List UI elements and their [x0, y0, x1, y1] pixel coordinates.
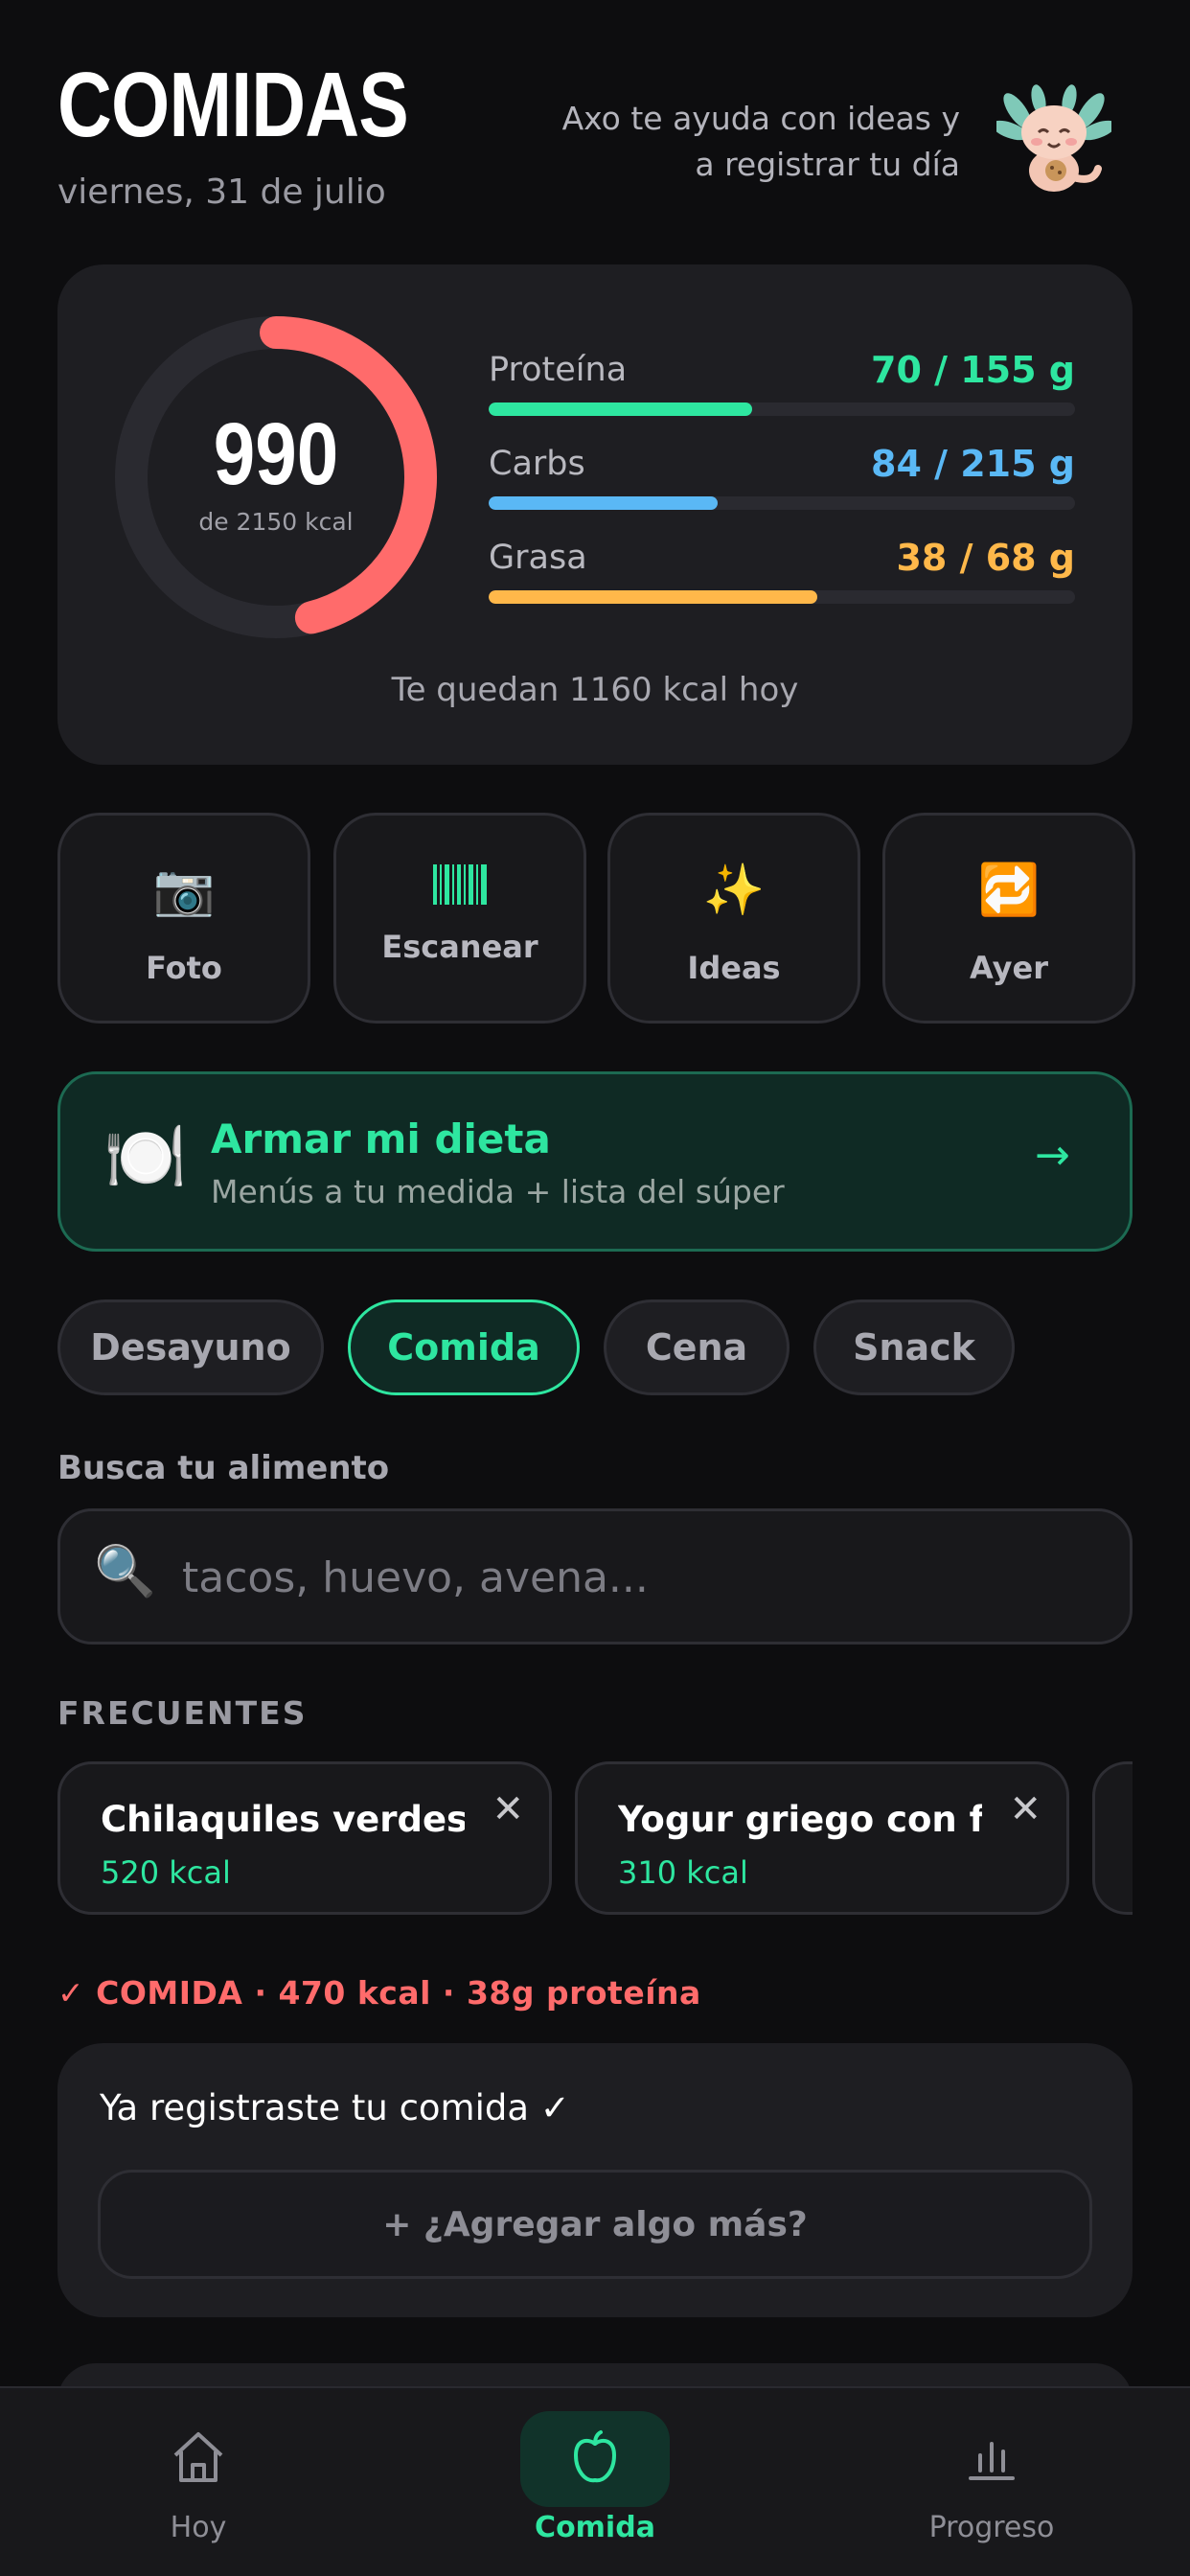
nav-item-comida[interactable]: Comida — [451, 2386, 739, 2576]
tab-comida[interactable]: Comida — [348, 1300, 580, 1395]
macro-progress-track — [489, 402, 1075, 416]
build-diet-title: Armar mi dieta — [211, 1116, 551, 1162]
frequent-item-kcal: 520 kcal — [101, 1854, 231, 1891]
page-date: viernes, 31 de julio — [57, 172, 386, 212]
tab-cena[interactable]: Cena — [604, 1300, 790, 1395]
calories-remaining: Te quedan 1160 kcal hoy — [391, 671, 799, 709]
search-input[interactable] — [182, 1537, 1102, 1618]
close-icon[interactable]: ✕ — [492, 1787, 524, 1831]
macro-value: 84 / 215 g — [871, 443, 1075, 485]
macro-value: 38 / 68 g — [896, 537, 1075, 579]
scan-label: Escanear — [381, 929, 538, 965]
calories-consumed: 990 — [213, 405, 339, 503]
nav-item-progreso[interactable]: Progreso — [848, 2386, 1135, 2576]
search-label: Busca tu alimento — [57, 1449, 390, 1487]
page-title: COMIDAS — [57, 54, 409, 156]
helper-line-1: Axo te ayuda con ideas y — [561, 100, 960, 137]
macro-progress-track — [489, 496, 1075, 510]
frequent-heading: FRECUENTES — [57, 1694, 308, 1732]
macro-progress-fill — [489, 496, 718, 510]
add-more-button[interactable]: + ¿Agregar algo más? — [98, 2170, 1092, 2279]
photo-label: Foto — [146, 950, 222, 986]
build-diet-subtitle: Menús a tu medida + lista del súper — [211, 1173, 785, 1210]
frequent-item-name: Chilaquiles verdes c... — [101, 1799, 465, 1840]
macro-progress-fill — [489, 402, 753, 416]
arrow-right-icon: → — [1035, 1131, 1070, 1180]
macro-value: 70 / 155 g — [871, 349, 1075, 391]
nav-label-comida: Comida — [535, 2511, 655, 2544]
tab-desayuno[interactable]: Desayuno — [57, 1300, 324, 1395]
apple-icon — [451, 2426, 739, 2494]
axolotl-mascot-icon[interactable] — [992, 82, 1116, 197]
yesterday-button[interactable]: 🔁 Ayer — [882, 813, 1135, 1024]
home-icon — [55, 2426, 342, 2494]
frequent-item-name: Yogur griego con fre... — [618, 1799, 982, 1840]
logged-meal-heading: ✓ COMIDA · 470 kcal · 38g proteína — [57, 1974, 701, 2012]
calories-goal: de 2150 kcal — [198, 508, 354, 536]
sparkles-icon: ✨ — [702, 862, 766, 919]
nav-label-progreso: Progreso — [928, 2511, 1055, 2544]
repeat-icon: 🔁 — [977, 862, 1041, 919]
logged-meal-message: Ya registraste tu comida ✓ — [100, 2087, 570, 2128]
photo-button[interactable]: 📷 Foto — [57, 813, 310, 1024]
tab-snack[interactable]: Snack — [813, 1300, 1015, 1395]
frequent-item[interactable]: Chilaquiles verdes c... 520 kcal ✕ — [57, 1761, 552, 1915]
scan-button[interactable]: Escanear — [333, 813, 586, 1024]
ideas-label: Ideas — [687, 950, 781, 986]
macro-label: Proteína — [489, 351, 628, 389]
camera-icon: 📷 — [152, 862, 216, 919]
frequent-item[interactable]: Yogur griego con fre... 310 kcal ✕ — [575, 1761, 1069, 1915]
macro-label: Carbs — [489, 445, 585, 483]
nav-item-hoy[interactable]: Hoy — [55, 2386, 342, 2576]
macro-label: Grasa — [489, 539, 587, 577]
bar-chart-icon — [848, 2426, 1135, 2494]
macro-progress-track — [489, 590, 1075, 604]
close-icon[interactable]: ✕ — [1009, 1787, 1041, 1831]
yesterday-label: Ayer — [970, 950, 1048, 986]
barcode-icon — [336, 863, 584, 913]
plate-icon: 🍽️ — [103, 1117, 188, 1196]
frequent-item-kcal: 310 kcal — [618, 1854, 748, 1891]
helper-text: Axo te ayuda con ideas y a registrar tu … — [519, 96, 960, 188]
macro-progress-fill — [489, 590, 817, 604]
search-icon: 🔍 — [94, 1543, 156, 1600]
helper-line-2: a registrar tu día — [695, 146, 960, 183]
ideas-button[interactable]: ✨ Ideas — [607, 813, 860, 1024]
frequent-item-peek[interactable] — [1092, 1761, 1133, 1915]
nav-label-hoy: Hoy — [170, 2511, 227, 2544]
